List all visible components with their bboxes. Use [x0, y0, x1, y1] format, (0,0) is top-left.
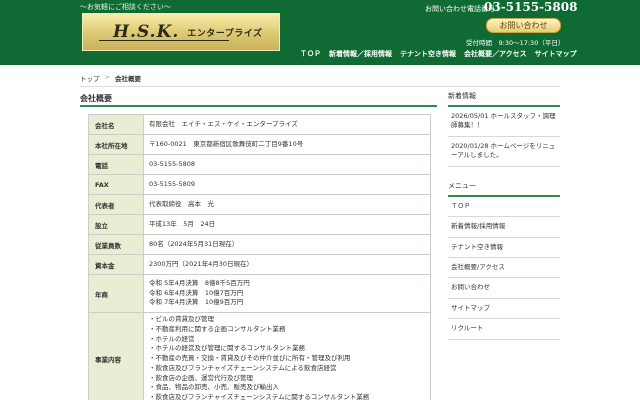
global-nav: ＴＯＰ 新着情報／採用情報 テナント空き情報 会社概要／アクセス サイトマップ [300, 49, 577, 59]
value-line: 代表取締役 高本 光 [149, 199, 214, 208]
table-row: 年商 令和 5年4月決算 8億8千5百万円 令和 6年4月決算 10億7百万円 令和 … [88, 274, 431, 313]
row-value: 2300万円（2021年4月30日現在） [143, 254, 431, 275]
table-row: FAX 03-5155-5809 [88, 174, 431, 195]
table-row: 従業員数 80名（2024年5月31日現在） [88, 234, 431, 255]
value-line: ・ホテルの経営 [149, 334, 195, 343]
value-line: 2300万円（2021年4月30日現在） [149, 259, 253, 268]
menu-item-sitemap[interactable]: サイトマップ [448, 299, 560, 320]
row-value: ・ビルの賃貸及び管理 ・不動産利用に関する企画コンサルタント業務 ・ホテルの経営 ・ホ… [143, 312, 431, 400]
row-value: 80名（2024年5月31日現在） [143, 234, 431, 255]
row-label: 事業内容 [88, 312, 144, 400]
row-label: 設立 [88, 214, 144, 235]
value-line: 令和 5年4月決算 8億8千5百万円 [149, 278, 250, 287]
value-line: ・食品、物品の卸売、小売、販売及び輸出入 [149, 383, 279, 392]
news-heading: 新着情報 [448, 91, 560, 107]
sidebar: 新着情報 2026/05/01 ホールスタッフ・調理師募集！！ 2020/01/… [448, 91, 560, 340]
row-label: 代表者 [88, 194, 144, 215]
page-title: 会社概要 [80, 94, 112, 103]
menu-item-recruit[interactable]: リクルート [448, 319, 560, 340]
news-item[interactable]: 2020/01/28 ホームページをリニューアルしました。 [448, 137, 560, 167]
menu-item-company[interactable]: 会社概要/アクセス [448, 258, 560, 279]
divider [80, 86, 560, 87]
row-value: 令和 5年4月決算 8億8千5百万円 令和 6年4月決算 10億7百万円 令和 7年… [143, 274, 431, 313]
title-underline [80, 105, 437, 107]
row-value: 有限会社 エイチ・エス・ケイ・エンタープライズ [143, 114, 431, 135]
value-line: ・飲食店の企画、運営代行及び管理 [149, 373, 253, 382]
row-label: 電話 [88, 154, 144, 175]
business-hours: 受付時間 9:30～17:30（平日） [466, 39, 565, 47]
nav-tenant[interactable]: テナント空き情報 [400, 49, 456, 59]
news-item[interactable]: 2026/05/01 ホールスタッフ・調理師募集！！ [448, 107, 560, 137]
value-line: 有限会社 エイチ・エス・ケイ・エンタープライズ [149, 119, 298, 128]
tagline: ～お気軽にご相談ください～ [80, 3, 171, 11]
value-line: ・ビルの賃貸及び管理 [149, 315, 214, 323]
row-label: 資本金 [88, 254, 144, 275]
nav-news-recruit[interactable]: 新着情報／採用情報 [329, 49, 392, 59]
table-row: 設立 平成13年 5月 24日 [88, 214, 431, 235]
value-line: ・ホテルの経営及び管理に関するコンサルタント業務 [149, 344, 305, 353]
contact-button[interactable]: お問い合わせ [486, 18, 561, 33]
logo-subtitle: エンタープライズ [187, 28, 263, 39]
phone-number[interactable]: 03-5155-5808 [484, 0, 577, 14]
value-line: 80名（2024年5月31日現在） [149, 239, 239, 248]
row-label: FAX [88, 174, 144, 195]
value-line: ・不動産利用に関する企画コンサルタント業務 [149, 324, 286, 333]
value-line: 03-5155-5808 [149, 159, 196, 168]
row-value: 平成13年 5月 24日 [143, 214, 431, 235]
row-label: 年商 [88, 274, 144, 313]
menu-item-contact[interactable]: お問い合わせ [448, 278, 560, 299]
breadcrumb-home[interactable]: トップ [80, 73, 100, 83]
nav-top[interactable]: ＴＯＰ [300, 49, 321, 59]
value-line: 平成13年 5月 24日 [149, 219, 216, 228]
table-row: 代表者 代表取締役 高本 光 [88, 194, 431, 215]
nav-sitemap[interactable]: サイトマップ [535, 49, 577, 59]
row-value: 03-5155-5809 [143, 174, 431, 195]
table-row: 本社所在地 〒160-0021 東京都新宿区歌舞伎町二丁目9番10号 [88, 134, 431, 155]
breadcrumb-current: 会社概要 [114, 75, 141, 83]
menu-item-news-recruit[interactable]: 新着情報/採用情報 [448, 217, 560, 238]
nav-company[interactable]: 会社概要／アクセス [464, 49, 527, 59]
value-line: 〒160-0021 東京都新宿区歌舞伎町二丁目9番10号 [149, 139, 304, 148]
menu-item-tenant[interactable]: テナント空き情報 [448, 238, 560, 258]
site-header: ～お気軽にご相談ください～ H.S.K. エンタープライズ お問い合わせ電話番号… [0, 0, 640, 65]
breadcrumb-separator: > [104, 73, 110, 81]
row-value: 〒160-0021 東京都新宿区歌舞伎町二丁目9番10号 [143, 134, 431, 155]
table-row: 会社名 有限会社 エイチ・エス・ケイ・エンタープライズ [88, 114, 431, 135]
table-row: 資本金 2300万円（2021年4月30日現在） [88, 254, 431, 275]
row-label: 会社名 [88, 114, 144, 135]
logo-underline [99, 40, 229, 41]
logo-mark: H.S.K. [113, 22, 180, 42]
value-line: ・不動産の売買・交換・賃貸及びその仲介並びに所有・管理及び利用 [149, 354, 351, 362]
news-list: 2026/05/01 ホールスタッフ・調理師募集！！ 2020/01/28 ホー… [448, 107, 560, 167]
breadcrumb: トップ > 会社概要 [80, 73, 141, 83]
value-line: 03-5155-5809 [149, 179, 196, 188]
value-line: ・飲食店及びフランチャイズチェーンシステムによる飲食店経営 [149, 363, 337, 372]
row-value: 代表取締役 高本 光 [143, 194, 431, 215]
menu-heading: メニュー [448, 181, 560, 197]
row-label: 従業員数 [88, 234, 144, 255]
table-row: 事業内容 ・ビルの賃貸及び管理 ・不動産利用に関する企画コンサルタント業務 ・ホテルの… [88, 312, 431, 400]
table-row: 電話 03-5155-5808 [88, 154, 431, 175]
menu-list: ＴＯＰ 新着情報/採用情報 テナント空き情報 会社概要/アクセス お問い合わせ … [448, 197, 560, 340]
menu-item-top[interactable]: ＴＯＰ [448, 197, 560, 218]
company-info-table: 会社名 有限会社 エイチ・エス・ケイ・エンタープライズ 本社所在地 〒160-0021… [88, 114, 431, 400]
site-logo[interactable]: H.S.K. エンタープライズ [82, 13, 280, 51]
row-value: 03-5155-5808 [143, 154, 431, 175]
value-line: 令和 7年4月決算 10億9百万円 [149, 298, 244, 307]
row-label: 本社所在地 [88, 134, 144, 155]
value-line: ・飲食店及びフランチャイズチェーンシステムに関するコンサルタント業務 [149, 393, 370, 400]
value-line: 令和 6年4月決算 10億7百万円 [149, 288, 244, 297]
